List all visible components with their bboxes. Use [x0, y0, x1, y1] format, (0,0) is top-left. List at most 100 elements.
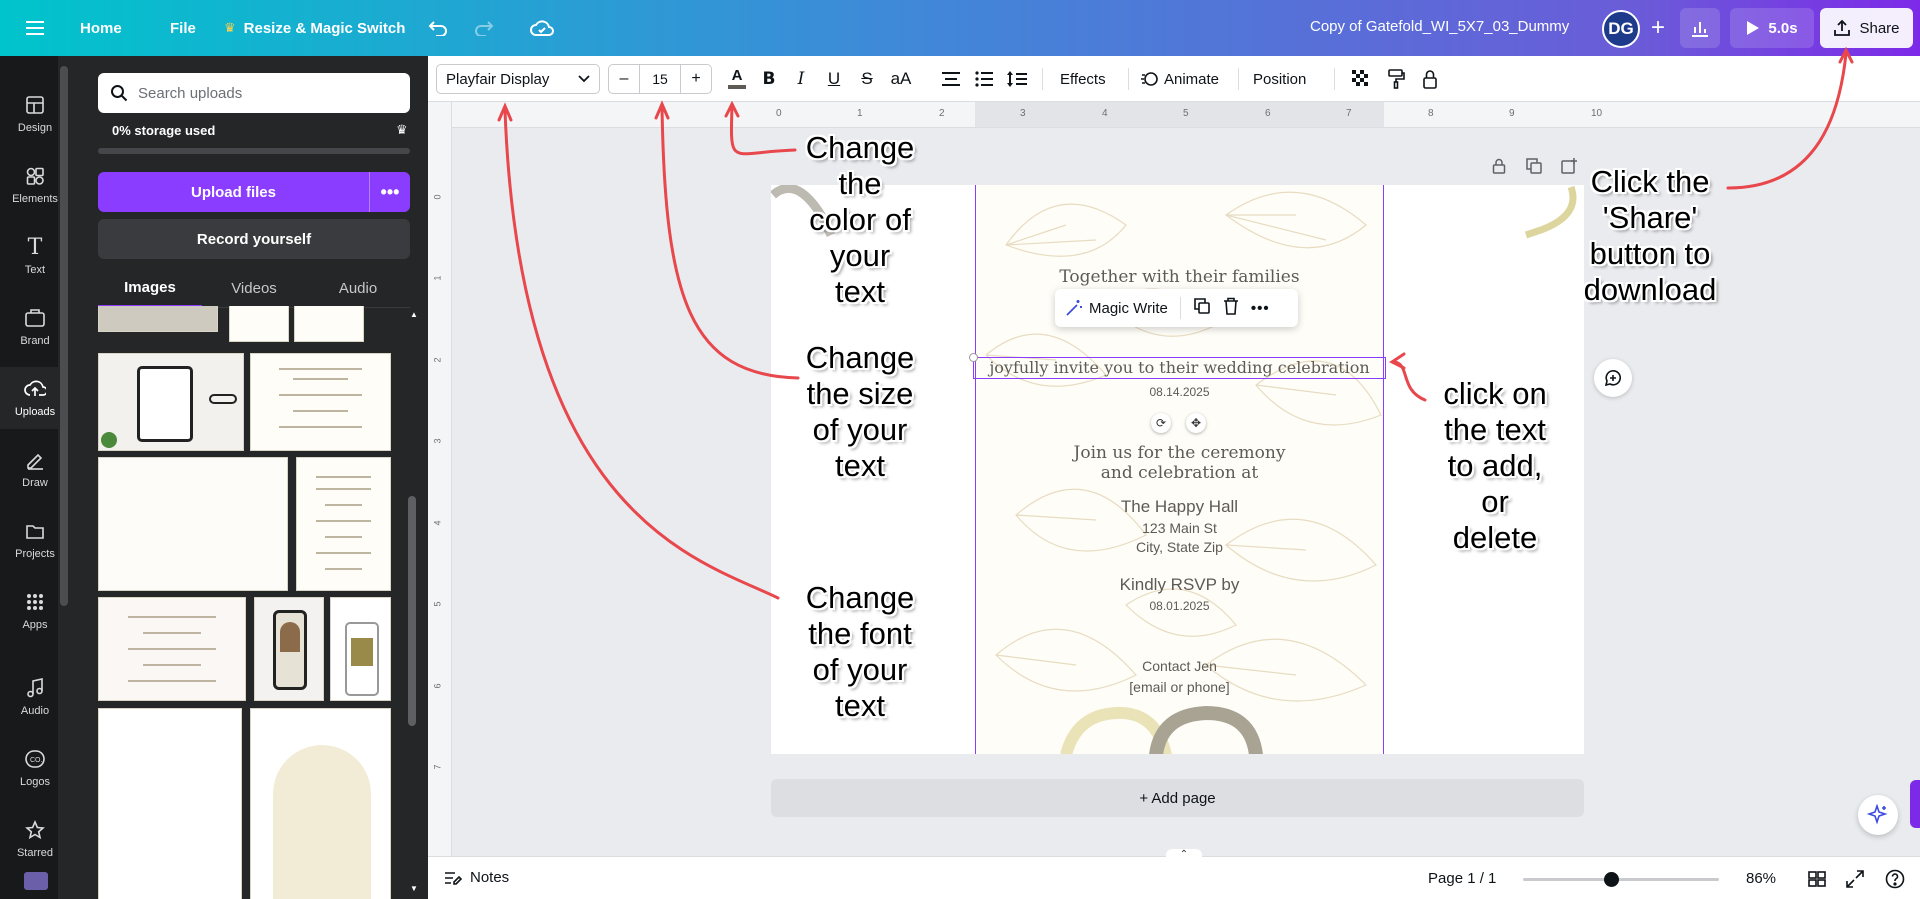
insights-chart-icon[interactable]	[1680, 8, 1720, 48]
notes-button[interactable]: Notes	[444, 869, 509, 886]
app-thumbnail-icon[interactable]	[24, 872, 48, 890]
upload-files-button[interactable]: Upload files	[98, 172, 370, 212]
lock-page-icon[interactable]	[1488, 155, 1510, 177]
search-input[interactable]	[138, 84, 398, 102]
crown-icon: ♛	[224, 20, 236, 35]
expand-pages-icon[interactable]: ⌃	[1166, 849, 1202, 863]
animate-button[interactable]: Animate	[1140, 64, 1219, 94]
menu-icon[interactable]	[15, 8, 55, 48]
upload-thumbnail[interactable]	[98, 353, 244, 451]
tab-videos[interactable]: Videos	[202, 270, 306, 307]
venue-text[interactable]: The Happy Hall	[976, 497, 1383, 517]
magic-assistant-button[interactable]	[1858, 795, 1898, 835]
add-page-button[interactable]: + Add page	[771, 779, 1584, 817]
zoom-slider[interactable]	[1523, 878, 1719, 881]
scroll-down-icon[interactable]: ▼	[410, 884, 418, 893]
upload-thumbnail[interactable]	[229, 306, 289, 342]
page-indicator[interactable]: Page 1 / 1	[1428, 870, 1496, 887]
join-text-line2[interactable]: and celebration at	[976, 463, 1383, 483]
tab-images[interactable]: Images	[98, 270, 202, 307]
duplicate-page-icon[interactable]	[1523, 155, 1545, 177]
rsvp-date-text[interactable]: 08.01.2025	[976, 599, 1383, 613]
left-scrollbar-thumb[interactable]	[60, 66, 68, 606]
side-tab[interactable]	[1910, 780, 1920, 828]
paint-roller-icon[interactable]	[1381, 64, 1411, 94]
cloud-saved-icon[interactable]	[522, 8, 562, 48]
copy-icon[interactable]	[1193, 297, 1211, 319]
document-title[interactable]: Copy of Gatefold_WI_5X7_03_Dummy	[1310, 18, 1569, 35]
ruler-tick: 6	[1265, 108, 1271, 119]
more-options-icon[interactable]: •••	[370, 172, 410, 212]
record-yourself-button[interactable]: Record yourself	[98, 219, 410, 259]
position-button[interactable]: Position	[1253, 64, 1306, 94]
upload-thumbnail[interactable]	[330, 597, 391, 701]
home-button[interactable]: Home	[66, 8, 136, 48]
upload-thumbnail[interactable]	[98, 306, 218, 332]
strikethrough-icon[interactable]: S	[852, 64, 882, 94]
transparency-icon[interactable]	[1346, 64, 1376, 94]
font-family-select[interactable]: Playfair Display	[436, 64, 600, 94]
present-play-button[interactable]: 5.0s	[1730, 8, 1814, 48]
invite-plus-icon[interactable]: +	[1642, 12, 1674, 44]
scroll-up-icon[interactable]: ▲	[410, 310, 418, 319]
upload-thumbnail[interactable]	[250, 708, 391, 899]
invitation-panel[interactable]: Together with their families joyfully in…	[975, 185, 1384, 754]
increase-size-button[interactable]: +	[681, 65, 711, 93]
street-text[interactable]: 123 Main St	[976, 520, 1383, 536]
text-color-button[interactable]: A	[722, 64, 752, 94]
zoom-value[interactable]: 86%	[1746, 870, 1776, 887]
move-handle[interactable]: ✥	[1186, 413, 1206, 433]
resize-magic-switch-button[interactable]: ♛ Resize & Magic Switch	[210, 8, 419, 48]
rotate-handle[interactable]: ⟳	[1151, 413, 1171, 433]
upload-thumbnail[interactable]	[294, 306, 364, 342]
upload-thumbnail[interactable]	[296, 457, 391, 591]
trash-icon[interactable]	[1223, 297, 1239, 319]
font-size-input[interactable]: 15	[639, 65, 681, 93]
effects-button[interactable]: Effects	[1060, 64, 1106, 94]
zoom-slider-knob[interactable]	[1604, 872, 1619, 887]
search-box[interactable]	[98, 73, 410, 113]
italic-icon[interactable]: I	[786, 64, 816, 94]
bold-icon[interactable]: B	[754, 64, 784, 94]
upload-thumbnail[interactable]	[98, 597, 246, 701]
undo-icon[interactable]	[418, 8, 458, 48]
line-spacing-icon[interactable]	[1002, 64, 1032, 94]
contact-detail-text[interactable]: [email or phone]	[976, 679, 1383, 695]
date-text[interactable]: 08.14.2025	[976, 385, 1383, 399]
panel-scrollbar[interactable]	[408, 496, 416, 726]
grid-view-icon[interactable]	[1806, 868, 1828, 890]
upload-thumbnail[interactable]	[250, 353, 391, 451]
upload-thumbnail[interactable]	[98, 457, 288, 591]
letter-case-button[interactable]: aA	[886, 64, 916, 94]
city-text[interactable]: City, State Zip	[976, 539, 1383, 555]
upload-thumbnail[interactable]	[98, 708, 242, 899]
contact-text[interactable]: Contact Jen	[976, 658, 1383, 674]
share-button[interactable]: Share	[1820, 8, 1913, 48]
families-text[interactable]: Together with their families	[976, 267, 1383, 287]
file-menu-button[interactable]: File	[156, 8, 210, 48]
rsvp-text[interactable]: Kindly RSVP by	[976, 575, 1383, 595]
user-avatar[interactable]: DG	[1602, 10, 1640, 48]
upload-thumbnail[interactable]	[254, 597, 324, 701]
underline-icon[interactable]: U	[819, 64, 849, 94]
help-icon[interactable]	[1884, 868, 1906, 890]
bullet-list-icon[interactable]	[969, 64, 999, 94]
ruler-tick: 2	[939, 108, 945, 119]
svg-text:CO.: CO.	[30, 757, 43, 764]
align-center-icon[interactable]	[936, 64, 966, 94]
fullscreen-icon[interactable]	[1844, 868, 1866, 890]
selection-handle[interactable]	[969, 353, 978, 362]
lock-icon[interactable]	[1415, 64, 1445, 94]
ruler-tick: 4	[432, 520, 443, 526]
annotation-click-text: click on the text to add, or delete	[1443, 376, 1547, 555]
more-icon[interactable]: •••	[1251, 300, 1270, 317]
add-comment-button[interactable]	[1594, 359, 1632, 397]
redo-icon[interactable]	[464, 8, 504, 48]
ruler-tick: 0	[432, 194, 443, 200]
text-icon: T	[27, 234, 43, 260]
tab-audio[interactable]: Audio	[306, 270, 410, 307]
notes-icon	[445, 871, 462, 885]
magic-write-button[interactable]: Magic Write	[1065, 299, 1168, 317]
decrease-size-button[interactable]: –	[609, 65, 639, 93]
join-text-line1[interactable]: Join us for the ceremony	[976, 443, 1383, 463]
